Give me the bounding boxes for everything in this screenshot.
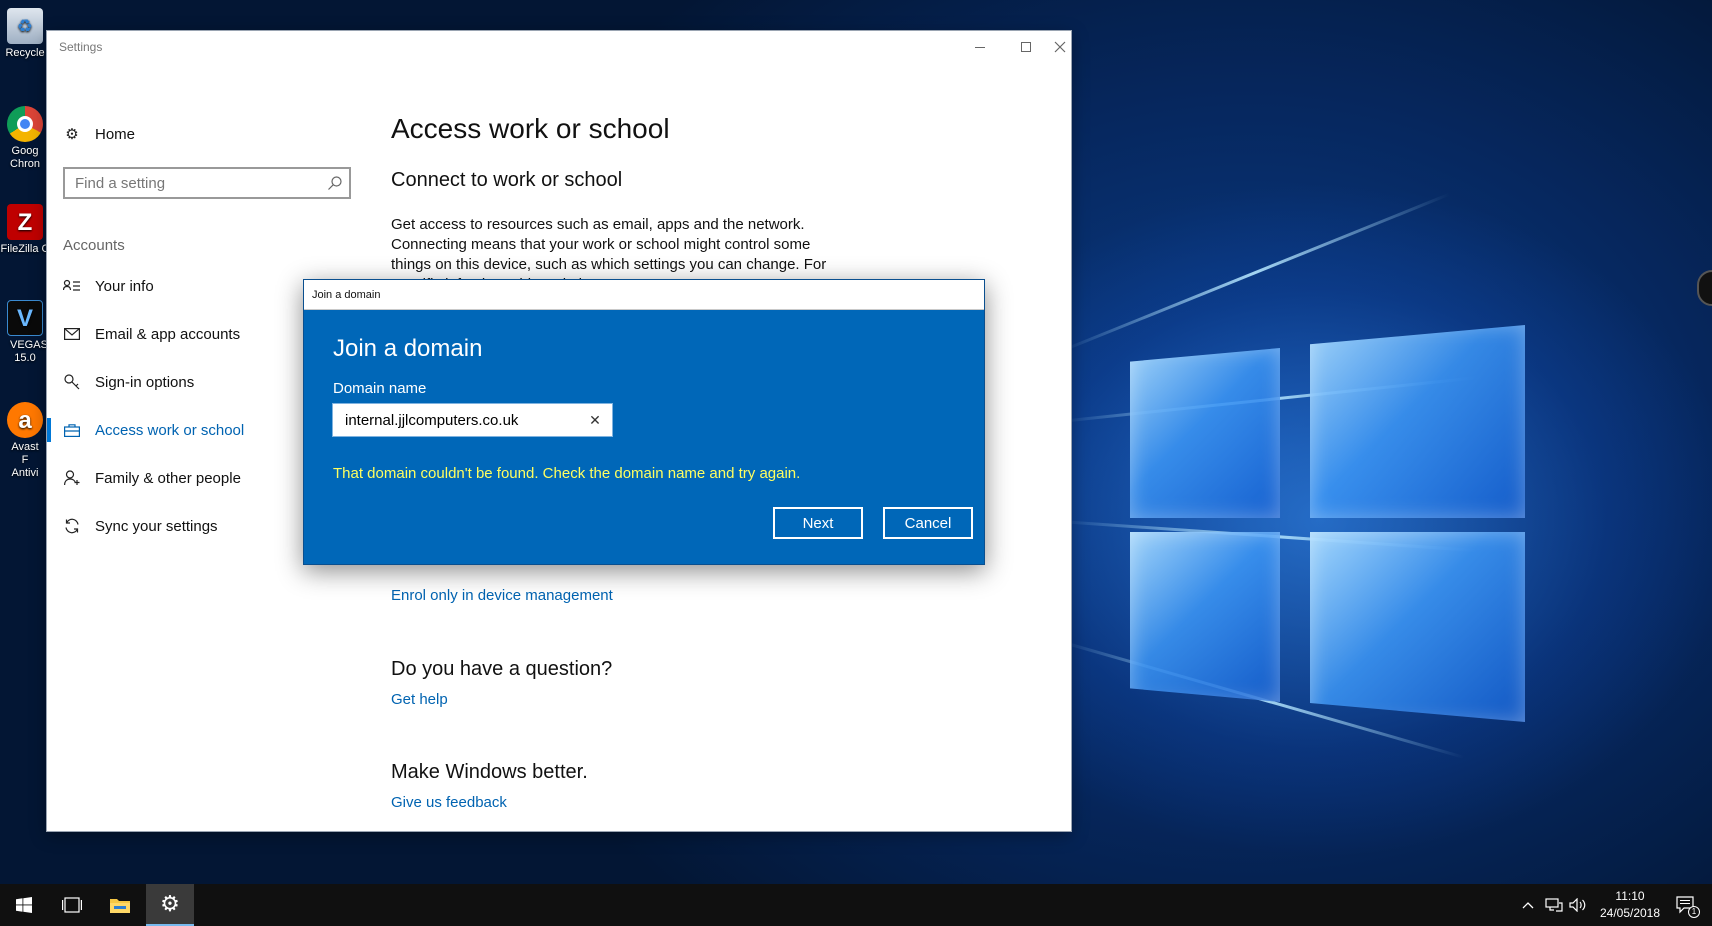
dialog-heading: Join a domain [333, 335, 483, 362]
dialog-titlebar: Join a domain [304, 280, 984, 310]
minimize-button[interactable] [957, 31, 1003, 63]
desktop-icon-avast[interactable]: a Avast F Antivi [0, 402, 50, 480]
close-button[interactable] [1049, 31, 1071, 63]
notification-count-badge: 1 [1688, 906, 1700, 918]
nav-item-family-people[interactable]: Family & other people [47, 458, 347, 498]
volume-button[interactable] [1566, 884, 1590, 926]
search-input[interactable] [65, 169, 305, 197]
domain-name-label: Domain name [333, 380, 427, 397]
enrol-device-management-link[interactable]: Enrol only in device management [391, 587, 613, 604]
settings-titlebar: Settings [47, 31, 1071, 63]
start-button[interactable] [0, 884, 48, 926]
clock[interactable]: 11:10 24/05/2018 [1590, 888, 1670, 922]
find-setting-search[interactable] [63, 167, 351, 199]
desktop-icon-label: Recycle [5, 47, 45, 59]
person-add-icon [63, 469, 81, 487]
desktop-icon-vegas[interactable]: V VEGAS 15.0 [0, 300, 50, 365]
join-domain-dialog: Join a domain Join a domain Domain name … [303, 279, 985, 565]
page-title: Access work or school [391, 113, 670, 144]
search-icon[interactable] [327, 175, 343, 191]
file-explorer-button[interactable] [96, 884, 144, 926]
nav-item-email-accounts[interactable]: Email & app accounts [47, 314, 347, 354]
windows-logo-icon [16, 897, 32, 913]
dialog-window-title: Join a domain [312, 289, 381, 301]
vegas-icon: V [7, 300, 43, 336]
nav-item-label: Your info [95, 277, 154, 295]
close-icon [1054, 41, 1066, 53]
desktop-icon-label: Goog Chron [10, 145, 40, 170]
nav-section-accounts: Accounts [63, 237, 125, 254]
desktop-icon-recycle-bin[interactable]: ♻ Recycle [0, 8, 50, 60]
taskbar: ⚙ 11:10 24/05/2018 1 [0, 884, 1712, 926]
clear-input-icon[interactable]: ✕ [586, 411, 604, 429]
nav-item-label: Email & app accounts [95, 325, 241, 343]
folder-icon [110, 899, 130, 913]
settings-taskbar-button[interactable]: ⚙ [146, 884, 194, 926]
settings-nav: ⚙ Home Accounts Your info Email & app ac… [47, 63, 351, 831]
feedback-heading: Make Windows better. [391, 761, 588, 783]
network-button[interactable] [1542, 884, 1566, 926]
briefcase-icon [63, 421, 81, 439]
maximize-button[interactable] [1003, 31, 1049, 63]
speaker-icon [1569, 898, 1586, 912]
network-icon [1545, 898, 1563, 912]
nav-item-sync-settings[interactable]: Sync your settings [47, 506, 347, 546]
task-view-button[interactable] [48, 884, 96, 926]
clock-time: 11:10 [1615, 889, 1645, 903]
give-feedback-link[interactable]: Give us feedback [391, 794, 507, 811]
next-button[interactable]: Next [773, 507, 863, 539]
cancel-button[interactable]: Cancel [883, 507, 973, 539]
gear-icon: ⚙ [160, 891, 180, 916]
clock-date: 24/05/2018 [1599, 906, 1661, 920]
desktop-icon-chrome[interactable]: Goog Chron [0, 106, 50, 171]
nav-item-access-work-school[interactable]: Access work or school [47, 410, 347, 450]
chrome-icon [7, 106, 43, 142]
person-card-icon [63, 277, 81, 295]
question-heading: Do you have a question? [391, 658, 613, 680]
task-view-icon [62, 897, 82, 913]
nav-home-label: Home [95, 125, 136, 143]
desktop-icon-label: Avast F Antivi [11, 441, 39, 479]
sync-icon [63, 517, 81, 535]
wallpaper-logo-pane [1310, 532, 1525, 722]
mail-icon [63, 325, 81, 343]
key-icon [63, 373, 81, 391]
desktop-icon-filezilla[interactable]: Z FileZilla C [0, 204, 50, 256]
nav-item-sign-in-options[interactable]: Sign-in options [47, 362, 347, 402]
nav-item-label: Sync your settings [95, 517, 218, 535]
minimize-icon [975, 46, 985, 48]
settings-window-title: Settings [59, 40, 103, 54]
chevron-up-icon [1522, 902, 1534, 909]
page-subtitle: Connect to work or school [391, 169, 623, 191]
avast-icon: a [7, 402, 43, 438]
wallpaper-logo-pane [1310, 325, 1525, 518]
desktop-icon-label: VEGAS 15.0 [10, 339, 48, 364]
recycle-bin-icon: ♻ [7, 8, 43, 44]
wallpaper-logo-pane [1130, 532, 1280, 702]
get-help-link[interactable]: Get help [391, 691, 448, 708]
nav-item-your-info[interactable]: Your info [47, 266, 347, 306]
domain-name-input[interactable] [335, 406, 575, 434]
nav-item-label: Access work or school [95, 421, 245, 439]
action-center-button[interactable]: 1 [1668, 884, 1704, 926]
domain-error-message: That domain couldn't be found. Check the… [333, 465, 801, 482]
gear-icon: ⚙ [65, 126, 79, 143]
wallpaper-logo-pane [1130, 348, 1280, 518]
nav-home[interactable]: ⚙ Home [47, 114, 347, 154]
show-hidden-icons-button[interactable] [1518, 884, 1538, 926]
wallpaper-beam [1059, 192, 1450, 353]
edge-side-button[interactable] [1697, 270, 1712, 306]
desktop-icon-label: FileZilla C [0, 243, 50, 255]
filezilla-icon: Z [7, 204, 43, 240]
domain-name-field[interactable]: ✕ [332, 403, 613, 437]
maximize-icon [1021, 42, 1031, 52]
nav-item-label: Sign-in options [95, 373, 195, 391]
nav-item-label: Family & other people [95, 469, 241, 487]
